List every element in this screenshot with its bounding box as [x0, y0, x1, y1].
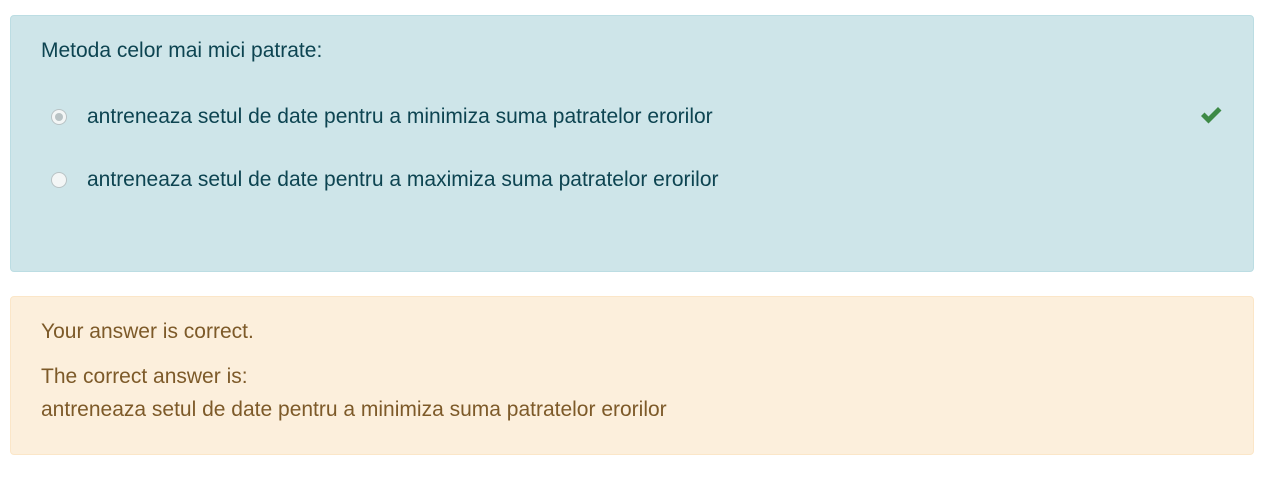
question-panel: Metoda celor mai mici patrate: antreneaz…: [10, 15, 1254, 272]
question-text: Metoda celor mai mici patrate:: [41, 39, 323, 62]
radio-button[interactable]: [51, 172, 67, 188]
correct-answer-heading: The correct answer is:: [41, 365, 248, 388]
feedback-result-text: Your answer is correct.: [41, 320, 254, 343]
answer-option-label: antreneaza setul de date pentru a maximi…: [87, 168, 719, 191]
answer-option-2[interactable]: antreneaza setul de date pentru a maximi…: [51, 165, 719, 195]
answer-option-1[interactable]: antreneaza setul de date pentru a minimi…: [51, 102, 713, 132]
check-icon: [1201, 107, 1222, 124]
answer-option-label: antreneaza setul de date pentru a minimi…: [87, 105, 713, 128]
feedback-panel: Your answer is correct. The correct answ…: [10, 296, 1254, 455]
radio-button-selected[interactable]: [51, 109, 67, 125]
correct-answer-text: antreneaza setul de date pentru a minimi…: [41, 398, 667, 421]
